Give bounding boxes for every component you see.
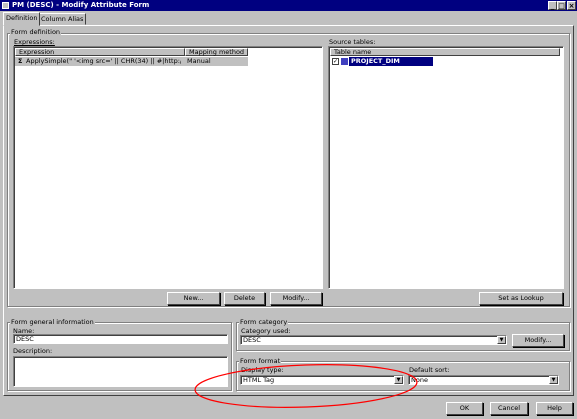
maximize-icon: □ <box>558 2 565 10</box>
category-used-value: DESC <box>243 336 261 344</box>
modify-category-button[interactable]: Modify... <box>512 334 564 347</box>
form-format-label: Form format <box>239 357 282 365</box>
expressions-label: Expressions: <box>14 38 55 46</box>
column-header-expression[interactable]: Expression <box>15 48 185 56</box>
help-button[interactable]: Help <box>536 402 573 415</box>
description-label: Description: <box>13 347 53 355</box>
window-title: PM (DESC) - Modify Attribute Form <box>12 1 150 9</box>
general-information-label: Form general information <box>10 318 95 326</box>
title-bar: PM (DESC) - Modify Attribute Form _ □ × <box>0 0 577 11</box>
default-sort-label: Default sort: <box>409 366 450 374</box>
tab-column-alias[interactable]: Column Alias <box>38 13 87 25</box>
source-tables-label: Source tables: <box>329 38 376 46</box>
close-button[interactable]: × <box>567 1 576 10</box>
app-icon <box>2 2 9 9</box>
tab-definition[interactable]: Definition <box>3 12 41 26</box>
minimize-icon: _ <box>550 2 555 10</box>
display-type-value: HTML Tag <box>243 376 275 384</box>
set-as-lookup-button[interactable]: Set as Lookup <box>479 292 563 305</box>
display-type-select[interactable]: HTML Tag ▼ <box>240 375 404 385</box>
column-header-mapping-method[interactable]: Mapping method <box>185 48 248 56</box>
sigma-icon: Σ <box>18 57 23 65</box>
ok-button[interactable]: OK <box>446 402 483 415</box>
cancel-button[interactable]: Cancel <box>490 402 528 415</box>
modify-expression-button[interactable]: Modify... <box>270 292 322 305</box>
table-row-project-dim[interactable]: PROJECT_DIM <box>349 57 433 66</box>
table-checkbox[interactable]: ✓ <box>332 58 339 65</box>
category-used-select[interactable]: DESC ▼ <box>240 335 507 345</box>
default-sort-value: None <box>411 376 428 384</box>
expression-row[interactable]: Σ ApplySimple(" '<img src=' || CHR(34) |… <box>15 57 248 66</box>
expression-text: ApplySimple(" '<img src=' || CHR(34) || … <box>26 57 181 65</box>
delete-button[interactable]: Delete <box>224 292 265 305</box>
column-header-table-name[interactable]: Table name <box>330 48 560 56</box>
category-used-label: Category used: <box>241 327 291 335</box>
chevron-down-icon[interactable]: ▼ <box>497 336 506 344</box>
maximize-button[interactable]: □ <box>557 1 566 10</box>
chevron-down-icon[interactable]: ▼ <box>549 376 558 384</box>
close-icon: × <box>568 2 575 10</box>
mapping-method-text: Manual <box>187 57 211 65</box>
source-tables-list[interactable]: Table name ✓ PROJECT_DIM <box>328 46 564 289</box>
expressions-list[interactable]: Expression Mapping method Σ ApplySimple(… <box>13 46 323 289</box>
table-icon <box>341 58 348 65</box>
form-category-label: Form category <box>239 318 289 326</box>
default-sort-select[interactable]: None ▼ <box>408 375 559 385</box>
description-input[interactable] <box>13 356 228 387</box>
new-button[interactable]: New... <box>167 292 220 305</box>
chevron-down-icon[interactable]: ▼ <box>394 376 403 384</box>
minimize-button[interactable]: _ <box>548 1 557 10</box>
display-type-label: Display type: <box>241 366 284 374</box>
name-input[interactable]: DESC <box>13 334 228 344</box>
form-definition-label: Form definition <box>10 28 62 36</box>
